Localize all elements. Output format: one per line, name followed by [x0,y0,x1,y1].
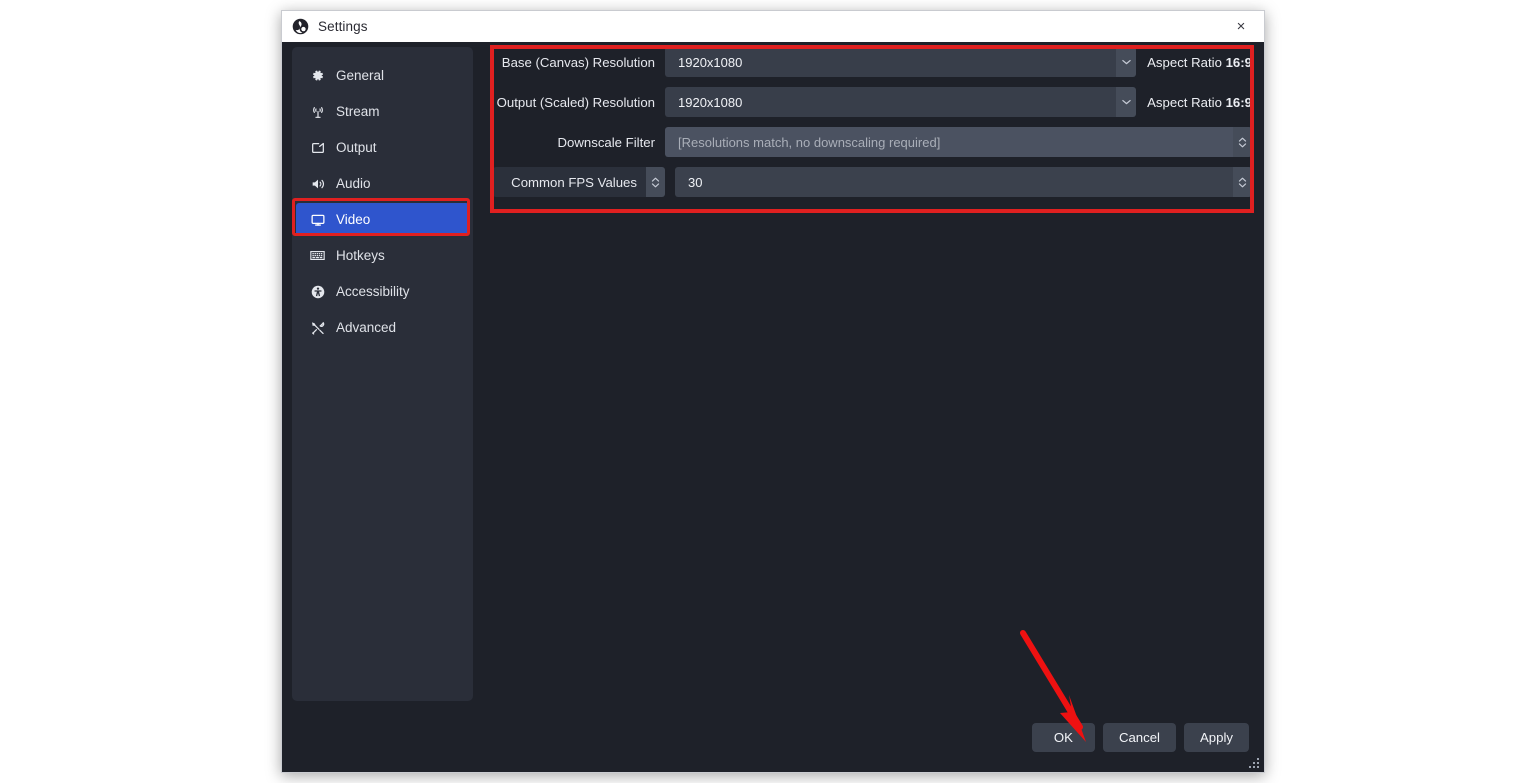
sidebar-item-label: General [336,68,385,83]
output-aspect-value: 16:9 [1225,94,1252,110]
output-aspect-label: Aspect Ratio [1147,94,1222,110]
downscale-filter-row: Downscale Filter [Resolutions match, no … [493,127,1252,157]
base-resolution-value[interactable]: 1920x1080 [665,47,1117,77]
base-aspect-value: 16:9 [1225,54,1252,70]
downscale-filter-label: Downscale Filter [557,134,655,150]
ok-button[interactable]: OK [1031,723,1095,752]
sidebar-item-label: Video [336,212,371,227]
sidebar-item-accessibility[interactable]: Accessibility [296,275,469,308]
sidebar-item-general[interactable]: General [296,59,469,92]
output-screen-icon [309,139,326,156]
sidebar-item-label: Hotkeys [336,248,385,263]
base-resolution-label: Base (Canvas) Resolution [501,54,655,70]
tools-icon [309,319,326,336]
dialog-button-row: OK Cancel Apply [1031,723,1249,752]
spinner-updown-icon[interactable] [1233,127,1252,157]
settings-dialog: Settings × General Stream Output Audio V… [281,10,1265,773]
sidebar-item-video[interactable]: Video [296,203,469,236]
fps-row: Common FPS Values 30 [493,167,1252,197]
output-aspect-ratio: Aspect Ratio 16:9 [1147,95,1252,110]
video-settings-form: Base (Canvas) Resolution 1920x1080 Aspec… [493,47,1252,707]
sidebar-item-label: Audio [336,176,371,191]
sidebar-item-label: Output [336,140,377,155]
chevron-down-icon[interactable] [1116,87,1137,117]
title-bar: Settings × [282,11,1264,42]
cancel-button[interactable]: Cancel [1102,723,1176,752]
sidebar-item-output[interactable]: Output [296,131,469,164]
fps-value-combobox[interactable]: 30 [675,167,1252,197]
window-title: Settings [318,19,368,34]
speaker-icon [309,175,326,192]
spinner-updown-icon[interactable] [1233,167,1252,197]
keyboard-icon [309,247,326,264]
sidebar-item-label: Advanced [336,320,397,335]
fps-value[interactable]: 30 [675,167,1233,197]
settings-sidebar: General Stream Output Audio Video Hotkey… [292,47,473,701]
base-aspect-label: Aspect Ratio [1147,54,1222,70]
base-resolution-combobox[interactable]: 1920x1080 [665,47,1137,77]
sidebar-item-advanced[interactable]: Advanced [296,311,469,344]
obs-logo-icon [292,18,309,35]
downscale-filter-combobox[interactable]: [Resolutions match, no downscaling requi… [665,127,1252,157]
apply-button[interactable]: Apply [1184,723,1249,752]
resize-grip-icon[interactable] [1246,755,1259,768]
gear-icon [309,67,326,84]
base-aspect-ratio: Aspect Ratio 16:9 [1147,55,1252,70]
output-resolution-label: Output (Scaled) Resolution [496,94,655,110]
base-resolution-row: Base (Canvas) Resolution 1920x1080 Aspec… [493,47,1252,77]
fps-mode-label[interactable]: Common FPS Values [493,167,646,197]
output-resolution-combobox[interactable]: 1920x1080 [665,87,1137,117]
broadcast-icon [309,103,326,120]
accessibility-icon [309,283,326,300]
sidebar-item-label: Accessibility [336,284,410,299]
output-resolution-row: Output (Scaled) Resolution 1920x1080 Asp… [493,87,1252,117]
close-icon[interactable]: × [1218,11,1264,42]
monitor-icon [309,211,326,228]
downscale-filter-value: [Resolutions match, no downscaling requi… [665,127,1233,157]
sidebar-item-hotkeys[interactable]: Hotkeys [296,239,469,272]
sidebar-item-audio[interactable]: Audio [296,167,469,200]
sidebar-item-stream[interactable]: Stream [296,95,469,128]
chevron-down-icon[interactable] [1116,47,1137,77]
sidebar-item-label: Stream [336,104,380,119]
output-resolution-value[interactable]: 1920x1080 [665,87,1117,117]
fps-mode-combobox[interactable]: Common FPS Values [493,167,665,197]
spinner-updown-icon[interactable] [646,167,665,197]
